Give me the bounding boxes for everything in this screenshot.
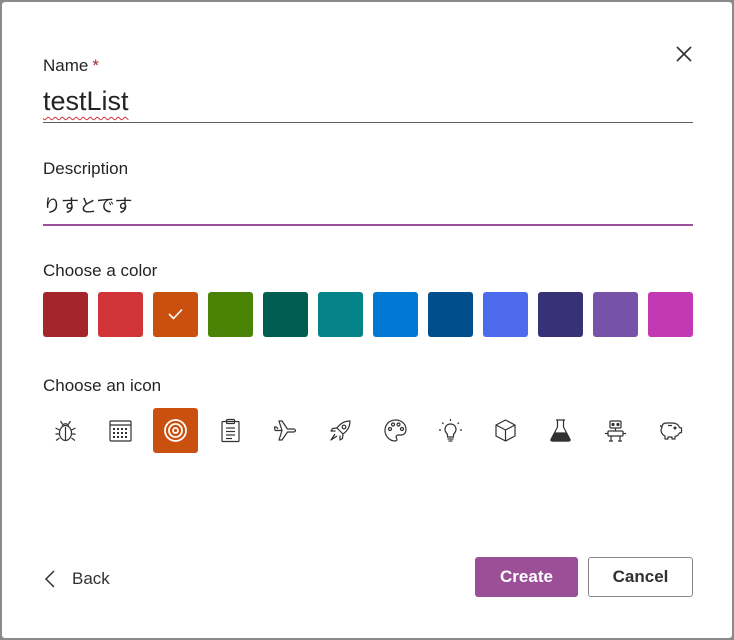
icon-option[interactable]	[373, 408, 418, 453]
color-swatch[interactable]	[648, 292, 693, 337]
icon-option-selected[interactable]	[153, 408, 198, 453]
icon-option[interactable]	[538, 408, 583, 453]
piggy-bank-icon	[659, 422, 683, 440]
airplane-icon	[273, 420, 297, 441]
target-icon	[164, 419, 187, 442]
close-button[interactable]	[670, 40, 698, 68]
required-marker: *	[92, 56, 99, 75]
color-swatch[interactable]	[43, 292, 88, 337]
color-swatch[interactable]	[538, 292, 583, 337]
color-swatch[interactable]	[483, 292, 528, 337]
icon-option[interactable]	[648, 408, 693, 453]
icon-option[interactable]	[208, 408, 253, 453]
name-label: Name *	[43, 56, 99, 75]
rocket-icon	[330, 420, 351, 441]
color-swatch[interactable]	[373, 292, 418, 337]
cancel-button[interactable]: Cancel	[588, 557, 693, 597]
chevron-left-icon	[44, 570, 55, 588]
checkmark-icon	[168, 308, 183, 320]
color-swatch[interactable]	[208, 292, 253, 337]
choose-icon-label: Choose an icon	[43, 376, 162, 395]
description-input-underline	[43, 224, 693, 226]
beaker-icon	[550, 419, 571, 442]
name-input[interactable]: testList	[43, 86, 129, 117]
color-swatch-selected[interactable]	[153, 292, 198, 337]
icon-option[interactable]	[43, 408, 88, 453]
icon-option[interactable]	[483, 408, 528, 453]
name-input-underline	[43, 122, 693, 123]
icon-option[interactable]	[428, 408, 473, 453]
color-swatch[interactable]	[98, 292, 143, 337]
icon-option[interactable]	[98, 408, 143, 453]
clipboard-icon	[221, 418, 240, 443]
close-icon	[676, 46, 692, 62]
lightbulb-icon	[439, 419, 462, 442]
create-button[interactable]: Create	[475, 557, 578, 597]
back-label: Back	[72, 569, 110, 588]
create-list-dialog: Name * testList Description りすとです Choose …	[2, 2, 732, 638]
icon-option[interactable]	[263, 408, 308, 453]
description-input[interactable]: りすとです	[43, 192, 132, 218]
icon-option[interactable]	[318, 408, 363, 453]
color-swatch[interactable]	[263, 292, 308, 337]
color-swatch[interactable]	[593, 292, 638, 337]
calendar-icon	[109, 420, 132, 442]
bug-icon	[55, 420, 76, 442]
choose-color-label: Choose a color	[43, 261, 158, 280]
color-swatch[interactable]	[318, 292, 363, 337]
icon-option[interactable]	[593, 408, 638, 453]
palette-icon	[384, 419, 407, 442]
description-label: Description	[43, 159, 129, 178]
cube-icon	[495, 419, 516, 442]
robot-icon	[605, 420, 626, 442]
color-swatch[interactable]	[428, 292, 473, 337]
